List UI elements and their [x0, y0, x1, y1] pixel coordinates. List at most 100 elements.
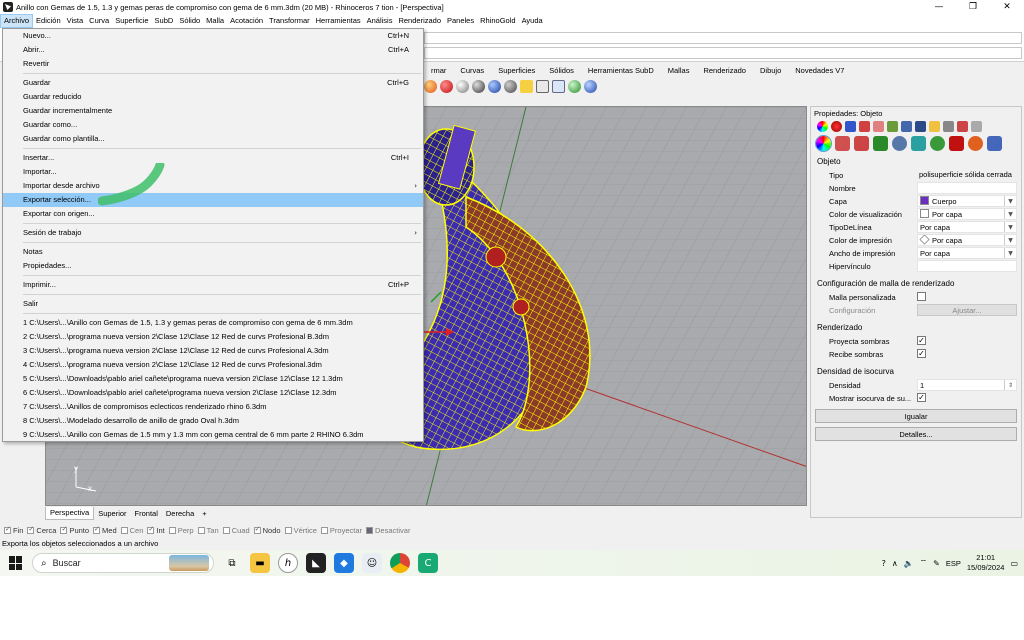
- tab-dibujo[interactable]: Dibujo: [753, 66, 788, 75]
- task-view-icon[interactable]: ⧉: [222, 553, 242, 573]
- command-input[interactable]: [424, 47, 1022, 59]
- shutlining-icon[interactable]: [949, 136, 964, 151]
- capa-select[interactable]: Cuerpo ▼: [917, 195, 1017, 207]
- tab-herramientas-subd[interactable]: Herramientas SubD: [581, 66, 661, 75]
- file-explorer-icon[interactable]: ▬: [250, 553, 270, 573]
- osnap-toggle[interactable]: Proyectar: [320, 526, 362, 535]
- menu-item[interactable]: Salir: [3, 297, 423, 311]
- menu-subd[interactable]: SubD: [152, 14, 177, 28]
- menu-vista[interactable]: Vista: [64, 14, 87, 28]
- densidad-stepper[interactable]: 1 ⇕: [917, 379, 1017, 391]
- menu-item[interactable]: 9 C:\Users\...\Anillo con Gemas de 1.5 m…: [3, 428, 423, 442]
- blue-app-icon[interactable]: ◆: [334, 553, 354, 573]
- tab-superior[interactable]: Superior: [94, 507, 130, 520]
- menu-ayuda[interactable]: Ayuda: [519, 14, 546, 28]
- menu-item[interactable]: 6 C:\Users\...\Downloads\pablo ariel cañ…: [3, 386, 423, 400]
- menu-superficie[interactable]: Superficie: [112, 14, 151, 28]
- render-settings-icon[interactable]: [568, 79, 581, 93]
- tab-solidos[interactable]: Sólidos: [542, 66, 581, 75]
- material-tab-icon[interactable]: [835, 136, 850, 151]
- menu-item[interactable]: 1 C:\Users\...\Anillo con Gemas de 1.5, …: [3, 316, 423, 330]
- tab-frontal[interactable]: Frontal: [131, 507, 162, 520]
- menu-item[interactable]: 8 C:\Users\...\Modelado desarrollo de an…: [3, 414, 423, 428]
- menu-acotacion[interactable]: Acotación: [227, 14, 266, 28]
- menu-item[interactable]: Insertar... Ctrl+I: [3, 151, 423, 165]
- tab-transformar[interactable]: rmar: [424, 66, 453, 75]
- mapping-icon[interactable]: [887, 121, 898, 132]
- menu-item[interactable]: Exportar selección...: [3, 193, 423, 207]
- menu-item[interactable]: 3 C:\Users\...\programa nueva version 2\…: [3, 344, 423, 358]
- named-view-icon[interactable]: [915, 121, 926, 132]
- osnap-toggle[interactable]: Nodo: [253, 525, 281, 535]
- menu-renderizado[interactable]: Renderizado: [395, 14, 444, 28]
- menu-item[interactable]: 2 C:\Users\...\programa nueva version 2\…: [3, 330, 423, 344]
- menu-malla[interactable]: Malla: [203, 14, 227, 28]
- texture-icon[interactable]: [859, 121, 870, 132]
- menu-curva[interactable]: Curva: [86, 14, 112, 28]
- osnap-toggle[interactable]: Int: [147, 525, 165, 535]
- taskbar-search[interactable]: ⌕ Buscar: [32, 553, 214, 573]
- osnap-toggle[interactable]: Desactivar: [366, 526, 410, 535]
- hp-app-icon[interactable]: ℎ: [278, 553, 298, 573]
- osnap-toggle[interactable]: Punto: [60, 525, 89, 535]
- menu-item[interactable]: Guardar reducido: [3, 90, 423, 104]
- camtasia-icon[interactable]: C: [418, 553, 438, 573]
- material-sphere-icon[interactable]: [440, 79, 453, 93]
- detalles-button[interactable]: Detalles...: [815, 427, 1017, 441]
- maximize-button[interactable]: ❐: [956, 0, 990, 14]
- panel-options-icon[interactable]: [971, 121, 982, 132]
- menu-analisis[interactable]: Análisis: [364, 14, 396, 28]
- menu-item[interactable]: 4 C:\Users\...\programa nueva version 2\…: [3, 358, 423, 372]
- mapping-tab-icon[interactable]: [873, 136, 888, 151]
- network-icon[interactable]: ⌔: [920, 558, 928, 568]
- tab-renderizado[interactable]: Renderizado: [696, 66, 753, 75]
- proyecta-checkbox[interactable]: ✓: [917, 336, 926, 345]
- light-array-icon[interactable]: [536, 79, 549, 93]
- ajustar-button[interactable]: Ajustar...: [917, 304, 1017, 316]
- volume-icon[interactable]: 🔈: [904, 559, 914, 568]
- osnap-toggle[interactable]: Cerca: [27, 525, 56, 535]
- help-icon[interactable]: [584, 79, 597, 93]
- menu-item[interactable]: Notas: [3, 245, 423, 259]
- menu-item[interactable]: Guardar como...: [3, 118, 423, 132]
- attached-data-icon[interactable]: [987, 136, 1002, 151]
- decal-icon[interactable]: [873, 121, 884, 132]
- command-history[interactable]: [424, 32, 1022, 44]
- rhino-taskbar-icon[interactable]: ◣: [306, 553, 326, 573]
- taskbar-clock[interactable]: 21:01 15/09/2024: [967, 553, 1005, 573]
- render-sphere-icon[interactable]: [424, 79, 437, 93]
- osnap-toggle[interactable]: Cen: [120, 526, 143, 535]
- displacement-icon[interactable]: [911, 136, 926, 151]
- display-icon[interactable]: [901, 121, 912, 132]
- menu-item[interactable]: Propiedades...: [3, 259, 423, 273]
- ancho-imp-select[interactable]: Por capa ▼: [917, 247, 1017, 259]
- ghosted-sphere-icon[interactable]: [504, 79, 517, 93]
- osnap-toggle[interactable]: Perp: [168, 526, 194, 535]
- color-wheel-icon[interactable]: [817, 121, 828, 132]
- osnap-toggle[interactable]: Cuad: [222, 526, 250, 535]
- spotlight-icon[interactable]: [520, 79, 533, 93]
- tab-perspectiva[interactable]: Perspectiva: [45, 507, 95, 520]
- tab-mallas[interactable]: Mallas: [661, 66, 697, 75]
- hipervinculo-field[interactable]: [917, 260, 1017, 272]
- thickening-icon[interactable]: [968, 136, 983, 151]
- people-app-icon[interactable]: ☺: [362, 553, 382, 573]
- object-properties-icon[interactable]: [815, 135, 832, 152]
- tab-novedades-v7[interactable]: Novedades V7: [788, 66, 851, 75]
- pen-icon[interactable]: ✎: [933, 559, 940, 568]
- shaded-sphere-icon[interactable]: [456, 79, 469, 93]
- menu-item[interactable]: Importar...: [3, 165, 423, 179]
- language-indicator[interactable]: ESP: [946, 559, 961, 568]
- menu-item[interactable]: Guardar Ctrl+G: [3, 76, 423, 90]
- menu-rhinogold[interactable]: RhinoGold: [477, 14, 518, 28]
- osnap-toggle[interactable]: Med: [93, 525, 117, 535]
- red-sphere-icon[interactable]: [831, 121, 842, 132]
- rendered-sphere-icon[interactable]: [472, 79, 485, 93]
- chrome-icon[interactable]: [390, 553, 410, 573]
- color-vis-select[interactable]: Por capa ▼: [917, 208, 1017, 220]
- menu-item[interactable]: Imprimir... Ctrl+P: [3, 278, 423, 292]
- tipo-linea-select[interactable]: Por capa ▼: [917, 221, 1017, 233]
- menu-item[interactable]: Guardar incrementalmente: [3, 104, 423, 118]
- notifications-icon[interactable]: ▭: [1010, 559, 1018, 568]
- mostrar-checkbox[interactable]: ✓: [917, 393, 926, 402]
